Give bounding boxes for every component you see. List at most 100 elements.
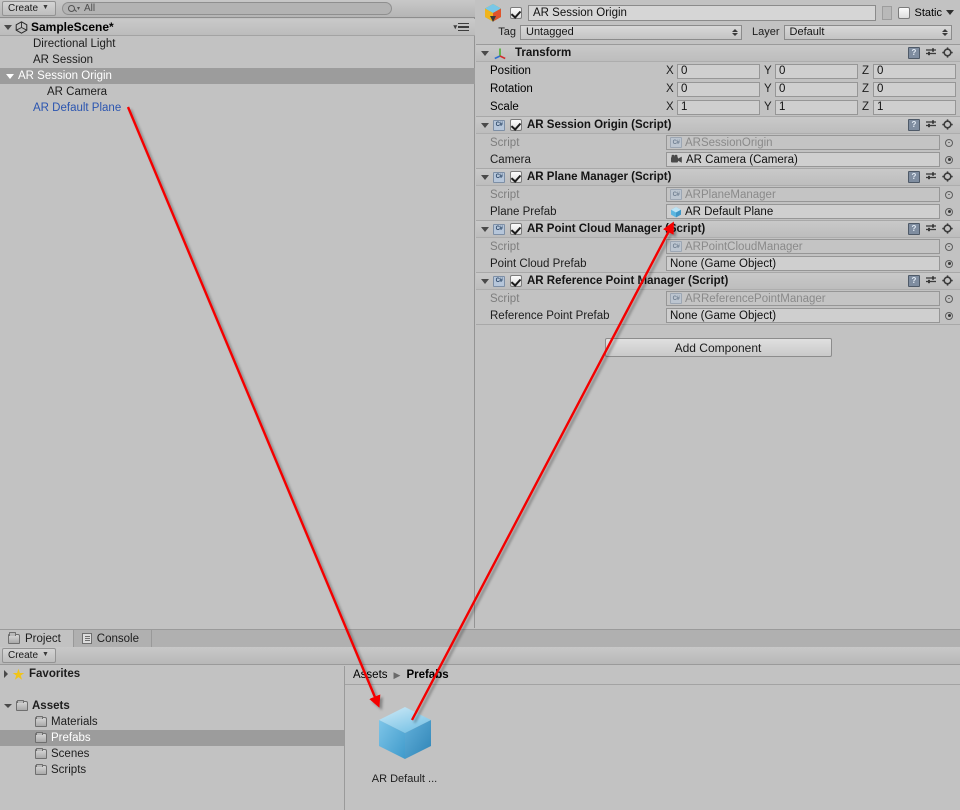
gear-icon[interactable]: [942, 223, 954, 235]
hierarchy-row-1[interactable]: AR Session: [0, 52, 475, 68]
transform-position-x-input[interactable]: 0: [677, 64, 760, 79]
project-tree-row-3[interactable]: Materials: [0, 714, 344, 730]
component-enabled-checkbox[interactable]: [510, 275, 522, 287]
static-dropdown-icon[interactable]: [946, 10, 954, 15]
object-field[interactable]: C#ARSessionOrigin: [666, 135, 940, 150]
object-picker-button[interactable]: [942, 257, 956, 271]
help-icon[interactable]: ?: [908, 119, 920, 131]
tab-console[interactable]: Console: [74, 630, 152, 647]
project-tree-row-0[interactable]: ★Favorites: [0, 666, 344, 682]
gear-icon[interactable]: [942, 275, 954, 287]
chevron-down-icon[interactable]: [481, 227, 489, 232]
component-enabled-checkbox[interactable]: [510, 171, 522, 183]
help-icon[interactable]: ?: [908, 47, 920, 59]
breadcrumb-root[interactable]: Assets: [353, 669, 388, 681]
transform-scale-x: X1: [666, 100, 760, 115]
object-picker-button[interactable]: [942, 153, 956, 167]
hierarchy-row-4[interactable]: AR Default Plane: [0, 100, 475, 116]
project-tree-row-2[interactable]: Assets: [0, 698, 344, 714]
static-label: Static: [914, 7, 942, 19]
component-header-3[interactable]: C#AR Reference Point Manager (Script)?: [476, 273, 960, 290]
hierarchy-search-input[interactable]: ▾ All: [62, 2, 392, 15]
object-picker-button[interactable]: [942, 240, 956, 254]
chevron-down-icon[interactable]: [481, 279, 489, 284]
object-field[interactable]: None (Game Object): [666, 256, 940, 271]
tag-dropdown[interactable]: Untagged: [520, 25, 742, 40]
asset-item-0[interactable]: AR Default ...: [367, 701, 442, 785]
scene-header-row[interactable]: SampleScene* ▾: [0, 19, 475, 36]
transform-scale-y-input[interactable]: 1: [775, 100, 858, 115]
static-checkbox[interactable]: [898, 7, 910, 19]
object-field[interactable]: None (Game Object): [666, 308, 940, 323]
preset-icon[interactable]: [925, 47, 937, 59]
help-icon[interactable]: ?: [908, 171, 920, 183]
object-field[interactable]: C#ARPointCloudManager: [666, 239, 940, 254]
project-tree-row-5[interactable]: Scenes: [0, 746, 344, 762]
transform-rotation-z-input[interactable]: 0: [873, 82, 956, 97]
object-picker-button[interactable]: [942, 292, 956, 306]
transform-position-z-input[interactable]: 0: [873, 64, 956, 79]
object-picker-button[interactable]: [942, 188, 956, 202]
project-tree-row-6[interactable]: Scripts: [0, 762, 344, 778]
component-header-2[interactable]: C#AR Point Cloud Manager (Script)?: [476, 221, 960, 238]
tab-project[interactable]: Project: [0, 630, 74, 647]
gear-icon[interactable]: [942, 47, 954, 59]
transform-header[interactable]: Transform ?: [476, 45, 960, 62]
breadcrumb-current[interactable]: Prefabs: [406, 669, 448, 681]
add-component-button[interactable]: Add Component: [605, 338, 832, 357]
hierarchy-options-menu[interactable]: ▾: [453, 23, 469, 32]
gear-icon[interactable]: [942, 171, 954, 183]
circle-select-icon: [945, 243, 953, 251]
chevron-down-icon[interactable]: [481, 123, 489, 128]
gameobject-enabled-checkbox[interactable]: [510, 7, 522, 19]
project-create-button[interactable]: Create ▼: [2, 648, 56, 663]
preset-icon[interactable]: [925, 171, 937, 183]
inspector-components: C#AR Session Origin (Script)?ScriptC#ARS…: [476, 117, 960, 325]
transform-scale-x-input[interactable]: 1: [677, 100, 760, 115]
component-header-1[interactable]: C#AR Plane Manager (Script)?: [476, 169, 960, 186]
chevron-down-icon[interactable]: [4, 704, 12, 708]
gameobject-name-input[interactable]: AR Session Origin: [528, 5, 876, 21]
chevron-down-icon[interactable]: [481, 51, 489, 56]
chevron-right-icon[interactable]: [4, 670, 8, 678]
object-picker-button[interactable]: [942, 136, 956, 150]
preset-icon[interactable]: [925, 119, 937, 131]
preset-icon[interactable]: [925, 275, 937, 287]
console-icon: [82, 633, 92, 644]
chevron-down-icon[interactable]: [6, 74, 14, 79]
help-icon[interactable]: ?: [908, 223, 920, 235]
component-header-0[interactable]: C#AR Session Origin (Script)?: [476, 117, 960, 134]
cs-script-icon: C#: [670, 137, 682, 148]
object-field[interactable]: C#ARReferencePointManager: [666, 291, 940, 306]
circle-select-icon: [945, 191, 953, 199]
star-icon: ★: [12, 668, 25, 681]
layer-dropdown[interactable]: Default: [784, 25, 952, 40]
hierarchy-row-0[interactable]: Directional Light: [0, 36, 475, 52]
transform-rotation-y-input[interactable]: 0: [775, 82, 858, 97]
help-icon[interactable]: ?: [908, 275, 920, 287]
object-field[interactable]: AR Default Plane: [666, 204, 940, 219]
object-picker-button[interactable]: [942, 205, 956, 219]
project-tree-row-4[interactable]: Prefabs: [0, 730, 344, 746]
hierarchy-row-3[interactable]: AR Camera: [0, 84, 475, 100]
hierarchy-row-label: AR Session: [33, 54, 93, 66]
chevron-down-icon[interactable]: [481, 175, 489, 180]
object-picker-button[interactable]: [942, 309, 956, 323]
hierarchy-create-button[interactable]: Create ▼: [2, 1, 56, 16]
component-enabled-checkbox[interactable]: [510, 223, 522, 235]
preset-icon[interactable]: [925, 223, 937, 235]
component-enabled-checkbox[interactable]: [510, 119, 522, 131]
object-field[interactable]: AR Camera (Camera): [666, 152, 940, 167]
axis-x-label: X: [666, 65, 674, 77]
transform-position-y-input[interactable]: 0: [775, 64, 858, 79]
chevron-down-icon[interactable]: [4, 25, 12, 30]
project-create-label: Create: [8, 649, 38, 662]
search-icon: [68, 5, 75, 12]
hierarchy-row-2[interactable]: AR Session Origin: [0, 68, 475, 84]
transform-scale-z-input[interactable]: 1: [873, 100, 956, 115]
gear-icon[interactable]: [942, 119, 954, 131]
chevron-down-icon: ▼: [42, 648, 49, 661]
object-field[interactable]: C#ARPlaneManager: [666, 187, 940, 202]
hierarchy-panel: Create ▼ ▾ All SampleScene* ▾ Directiona…: [0, 0, 475, 628]
transform-rotation-x-input[interactable]: 0: [677, 82, 760, 97]
